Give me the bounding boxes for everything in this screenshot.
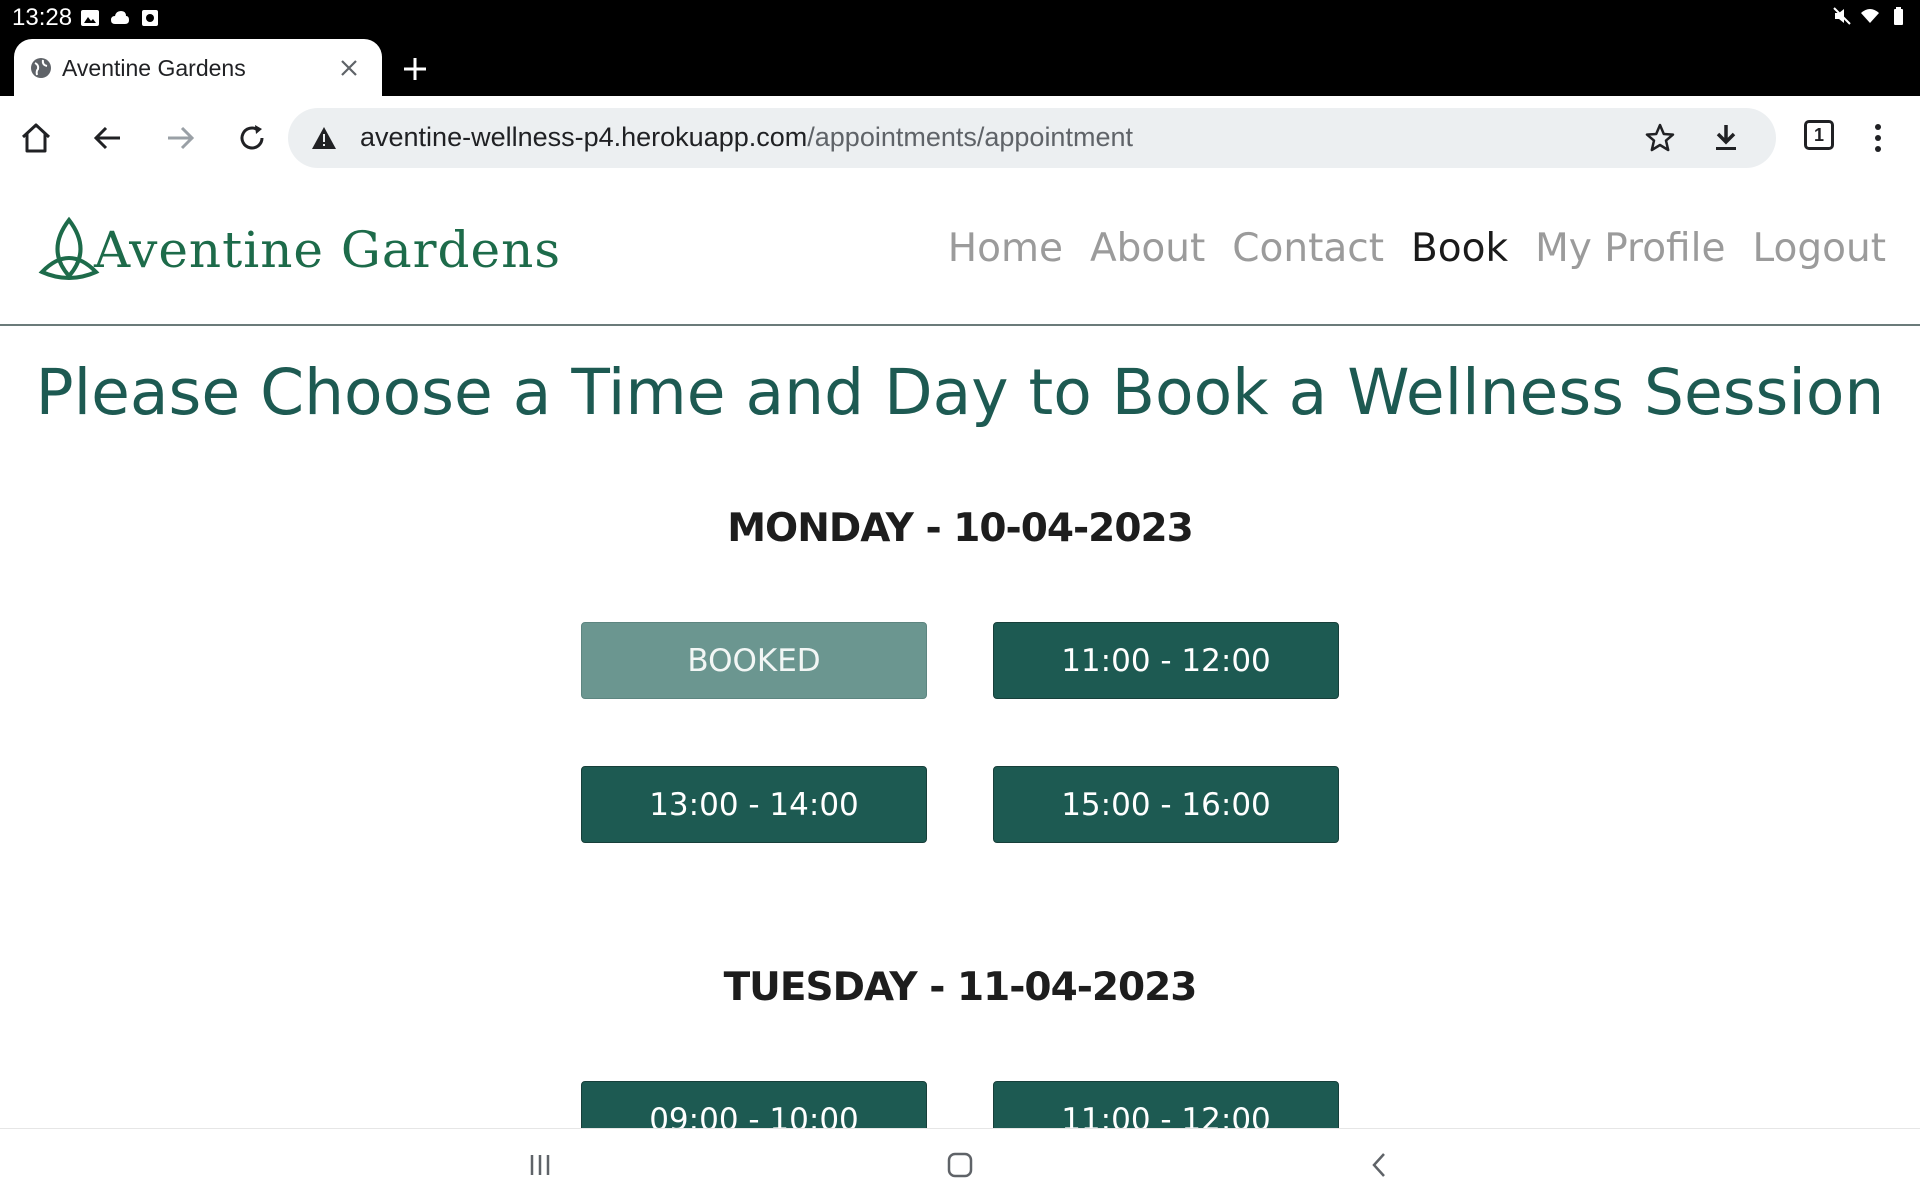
url-host: aventine-wellness-p4.herokuapp.com — [360, 122, 808, 152]
status-notification-icons — [80, 8, 160, 28]
globe-icon — [31, 58, 51, 78]
slot-button[interactable]: 15:00 - 16:00 — [993, 766, 1339, 843]
url-text[interactable]: aventine-wellness-p4.herokuapp.com/appoi… — [360, 122, 1133, 153]
more-menu-icon[interactable] — [1860, 120, 1896, 156]
slot-button[interactable]: 11:00 - 12:00 — [993, 622, 1339, 699]
mute-icon — [1833, 7, 1851, 25]
site-header: Aventine Gardens Home About Contact Book… — [0, 182, 1920, 326]
triquetra-logo-icon — [38, 216, 100, 280]
day-heading-monday: MONDAY - 10-04-2023 — [727, 506, 1193, 551]
recent-apps-icon[interactable] — [520, 1149, 560, 1181]
nav-link-book[interactable]: Book — [1411, 226, 1508, 271]
nav-link-logout[interactable]: Logout — [1752, 226, 1886, 271]
warning-icon[interactable] — [310, 124, 338, 152]
tab-switcher-button[interactable]: 1 — [1804, 120, 1834, 150]
status-system-icons — [1832, 6, 1908, 26]
status-bar: 13:28 Aventine Gardens — [0, 0, 1920, 96]
cloud-icon — [111, 11, 129, 24]
forward-arrow-icon[interactable] — [162, 120, 198, 156]
slot-button[interactable]: 13:00 - 14:00 — [581, 766, 927, 843]
star-icon[interactable] — [1644, 122, 1676, 154]
nav-link-contact[interactable]: Contact — [1232, 226, 1384, 271]
download-icon[interactable] — [1710, 122, 1742, 154]
logo-text: Aventine Gardens — [94, 221, 562, 279]
browser-toolbar: aventine-wellness-p4.herokuapp.com/appoi… — [0, 96, 1920, 184]
android-nav-bar — [0, 1128, 1920, 1201]
gallery-icon — [81, 10, 99, 26]
address-bar[interactable]: aventine-wellness-p4.herokuapp.com/appoi… — [288, 108, 1776, 168]
back-arrow-icon[interactable] — [90, 120, 126, 156]
browser-tab[interactable]: Aventine Gardens — [14, 39, 382, 96]
nav-link-about[interactable]: About — [1090, 226, 1205, 271]
main-nav: Home About Contact Book My Profile Logou… — [948, 226, 1886, 271]
back-chevron-icon[interactable] — [1360, 1149, 1400, 1181]
tab-title: Aventine Gardens — [62, 55, 246, 81]
url-path: /appointments/appointment — [807, 122, 1133, 152]
nav-link-home[interactable]: Home — [948, 226, 1063, 271]
home-circle-icon[interactable] — [940, 1149, 980, 1181]
battery-icon — [1894, 7, 1903, 25]
home-icon[interactable] — [18, 120, 54, 156]
site-logo[interactable]: Aventine Gardens — [36, 208, 560, 292]
nav-link-my-profile[interactable]: My Profile — [1535, 226, 1725, 271]
reload-icon[interactable] — [234, 120, 270, 156]
close-icon[interactable] — [338, 57, 360, 79]
new-tab-icon[interactable] — [400, 54, 430, 84]
status-time: 13:28 — [12, 4, 73, 31]
page-title: Please Choose a Time and Day to Book a W… — [35, 356, 1885, 429]
day-heading-tuesday: TUESDAY - 11-04-2023 — [723, 965, 1198, 1010]
slot-booked: BOOKED — [581, 622, 927, 699]
camera-icon — [142, 10, 158, 26]
wifi-icon — [1861, 9, 1879, 23]
